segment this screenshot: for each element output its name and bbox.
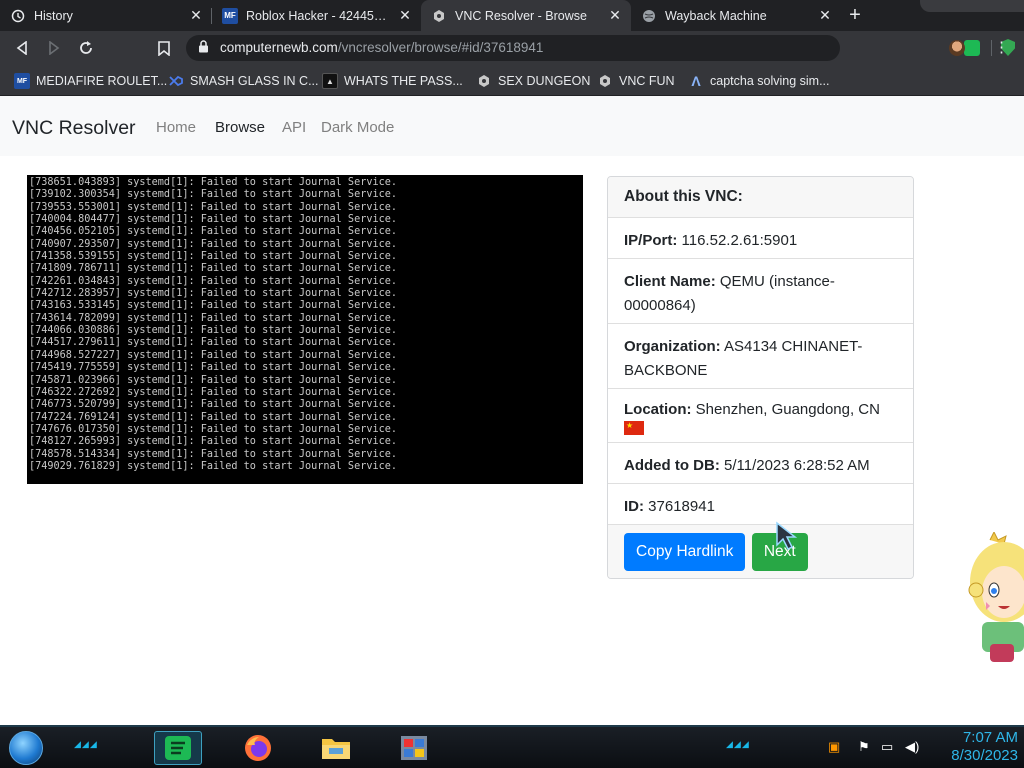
- mediafire-icon: MF: [222, 7, 238, 24]
- ip-port-label: IP/Port:: [624, 232, 678, 249]
- dark-app-icon: ▲: [322, 73, 338, 89]
- lock-icon[interactable]: [198, 40, 209, 56]
- console-output: [738651.043893] systemd[1]: Failed to st…: [29, 177, 398, 472]
- organization-row: Organization: AS4134 CHINANET-BACKBONE: [608, 324, 913, 389]
- added-to-db-row: Added to DB: 5/11/2023 6:28:52 AM: [608, 443, 913, 484]
- address-bar[interactable]: computernewb.com/vncresolver/browse/#id/…: [186, 35, 1015, 61]
- forward-icon[interactable]: [43, 37, 65, 59]
- ip-port-row: IP/Port: 116.52.2.61:5901: [608, 218, 913, 259]
- file-explorer-icon[interactable]: [312, 731, 360, 765]
- location-value: Shenzhen, Guangdong, CN: [695, 401, 880, 418]
- nav-api[interactable]: API: [282, 119, 306, 136]
- profile-avatar[interactable]: [949, 40, 965, 56]
- sublime-icon[interactable]: ▣: [828, 739, 840, 755]
- bookmarks-bar: MF MEDIAFIRE ROULET... SMASH GLASS IN C.…: [0, 65, 1024, 96]
- history-icon: [10, 8, 26, 24]
- bookmark-label: SEX DUNGEON: [498, 74, 591, 88]
- bookmark-captcha-solving[interactable]: Λ captcha solving sim...: [688, 72, 830, 90]
- copy-hardlink-button[interactable]: Copy Hardlink: [624, 533, 746, 571]
- card-header: About this VNC:: [608, 177, 913, 218]
- location-label: Location:: [624, 401, 692, 418]
- captcha-icon: Λ: [691, 73, 701, 89]
- volume-icon[interactable]: ◀): [905, 739, 919, 755]
- visual-studio-icon: [168, 73, 184, 89]
- spotify-extension-icon[interactable]: [964, 40, 980, 56]
- tab-roblox-hacker[interactable]: MF Roblox Hacker - 4244561 - D ✕: [212, 0, 421, 31]
- mediafire-icon: MF: [14, 73, 30, 89]
- nav-home[interactable]: Home: [156, 119, 196, 136]
- bookmark-whats-the-pass[interactable]: ▲ WHATS THE PASS...: [322, 72, 463, 90]
- vnc-info-card: About this VNC: IP/Port: 116.52.2.61:590…: [607, 176, 914, 579]
- added-to-db-label: Added to DB:: [624, 457, 720, 474]
- bookmark-label: captcha solving sim...: [710, 74, 830, 88]
- start-button[interactable]: [9, 731, 43, 765]
- tab-wayback-machine[interactable]: Wayback Machine ✕: [631, 0, 841, 31]
- site-brand[interactable]: VNC Resolver: [12, 117, 136, 140]
- client-name-row: Client Name: QEMU (instance-00000864): [608, 259, 913, 324]
- tab-title: Wayback Machine: [665, 8, 767, 23]
- reload-icon[interactable]: [75, 37, 97, 59]
- nav-dark-mode[interactable]: Dark Mode: [321, 119, 394, 136]
- back-icon[interactable]: [11, 37, 33, 59]
- star-butterfly-mascot: [968, 532, 1024, 662]
- clock-date: 8/30/2023: [951, 747, 1018, 764]
- close-icon[interactable]: ✕: [188, 7, 204, 24]
- close-icon[interactable]: ✕: [607, 7, 623, 24]
- location-row: Location: Shenzhen, Guangdong, CN: [608, 389, 913, 443]
- card-footer: Copy Hardlink Next: [608, 525, 913, 578]
- window-controls[interactable]: [920, 0, 1024, 12]
- flag-icon[interactable]: ⚑: [858, 739, 870, 755]
- tab-title: Roblox Hacker - 4244561 - D: [246, 8, 391, 23]
- cn-flag-icon: [624, 419, 644, 436]
- id-label: ID:: [624, 498, 644, 515]
- site-navbar: VNC Resolver Home Browse API Dark Mode: [0, 96, 1024, 156]
- web-page: VNC Resolver Home Browse API Dark Mode […: [0, 96, 1024, 725]
- close-icon[interactable]: ✕: [397, 7, 413, 24]
- tab-history[interactable]: History ✕: [0, 0, 212, 31]
- bookmark-label: VNC FUN: [619, 74, 675, 88]
- vnc-resolver-icon: [597, 73, 613, 89]
- taskbar-decoration-icon: ◢◢◢: [74, 739, 98, 749]
- bookmark-label: MEDIAFIRE ROULET...: [36, 74, 168, 88]
- tab-vnc-resolver[interactable]: VNC Resolver - Browse ✕: [421, 0, 631, 31]
- ip-port-value: 116.52.2.61:5901: [681, 232, 798, 249]
- menu-icon[interactable]: ⋮: [994, 38, 1009, 56]
- bookmark-vnc-fun[interactable]: VNC FUN: [597, 72, 675, 90]
- vnc-screenshot: [738651.043893] systemd[1]: Failed to st…: [27, 175, 583, 484]
- bookmark-label: SMASH GLASS IN C...: [190, 74, 319, 88]
- taskbar: ◢◢◢ ◢◢◢ ▣ ⚑ ▭ ◀) 7:07 AM 8/30/2023: [0, 725, 1024, 768]
- organization-label: Organization:: [624, 338, 721, 355]
- url-text[interactable]: computernewb.com/vncresolver/browse/#id/…: [220, 40, 543, 55]
- globe-icon: [641, 8, 657, 24]
- vnc-resolver-icon: [431, 8, 447, 24]
- url-path: /vncresolver/browse/#id/37618941: [337, 40, 544, 55]
- url-host: computernewb.com: [220, 40, 338, 55]
- vnc-resolver-icon: [476, 73, 492, 89]
- firefox-icon[interactable]: [234, 731, 282, 765]
- spotify-icon[interactable]: [154, 731, 202, 765]
- control-panel-icon[interactable]: [390, 731, 438, 765]
- system-clock[interactable]: 7:07 AM 8/30/2023: [930, 729, 1018, 765]
- new-tab-button[interactable]: +: [841, 0, 869, 31]
- client-name-label: Client Name:: [624, 273, 716, 290]
- clock-time: 7:07 AM: [962, 729, 1018, 746]
- network-icon[interactable]: ▭: [881, 739, 893, 755]
- tab-strip: History ✕ MF Roblox Hacker - 4244561 - D…: [0, 0, 1024, 31]
- bookmark-mediafire-roulette[interactable]: MF MEDIAFIRE ROULET...: [14, 72, 167, 90]
- mouse-cursor-icon: [776, 521, 798, 551]
- browser-toolbar: computernewb.com/vncresolver/browse/#id/…: [0, 31, 1024, 65]
- id-value: 37618941: [648, 498, 715, 515]
- nav-browse[interactable]: Browse: [215, 119, 265, 136]
- bookmark-icon[interactable]: [153, 37, 175, 59]
- taskbar-decoration-icon: ◢◢◢: [726, 739, 750, 749]
- bookmark-smash-glass[interactable]: SMASH GLASS IN C...: [168, 72, 319, 90]
- id-row: ID: 37618941: [608, 484, 913, 525]
- bookmark-sex-dungeon[interactable]: SEX DUNGEON: [476, 72, 590, 90]
- bookmark-label: WHATS THE PASS...: [344, 74, 463, 88]
- tab-title: History: [34, 8, 73, 23]
- close-icon[interactable]: ✕: [817, 7, 833, 24]
- tab-title: VNC Resolver - Browse: [455, 8, 587, 23]
- added-to-db-value: 5/11/2023 6:28:52 AM: [724, 457, 870, 474]
